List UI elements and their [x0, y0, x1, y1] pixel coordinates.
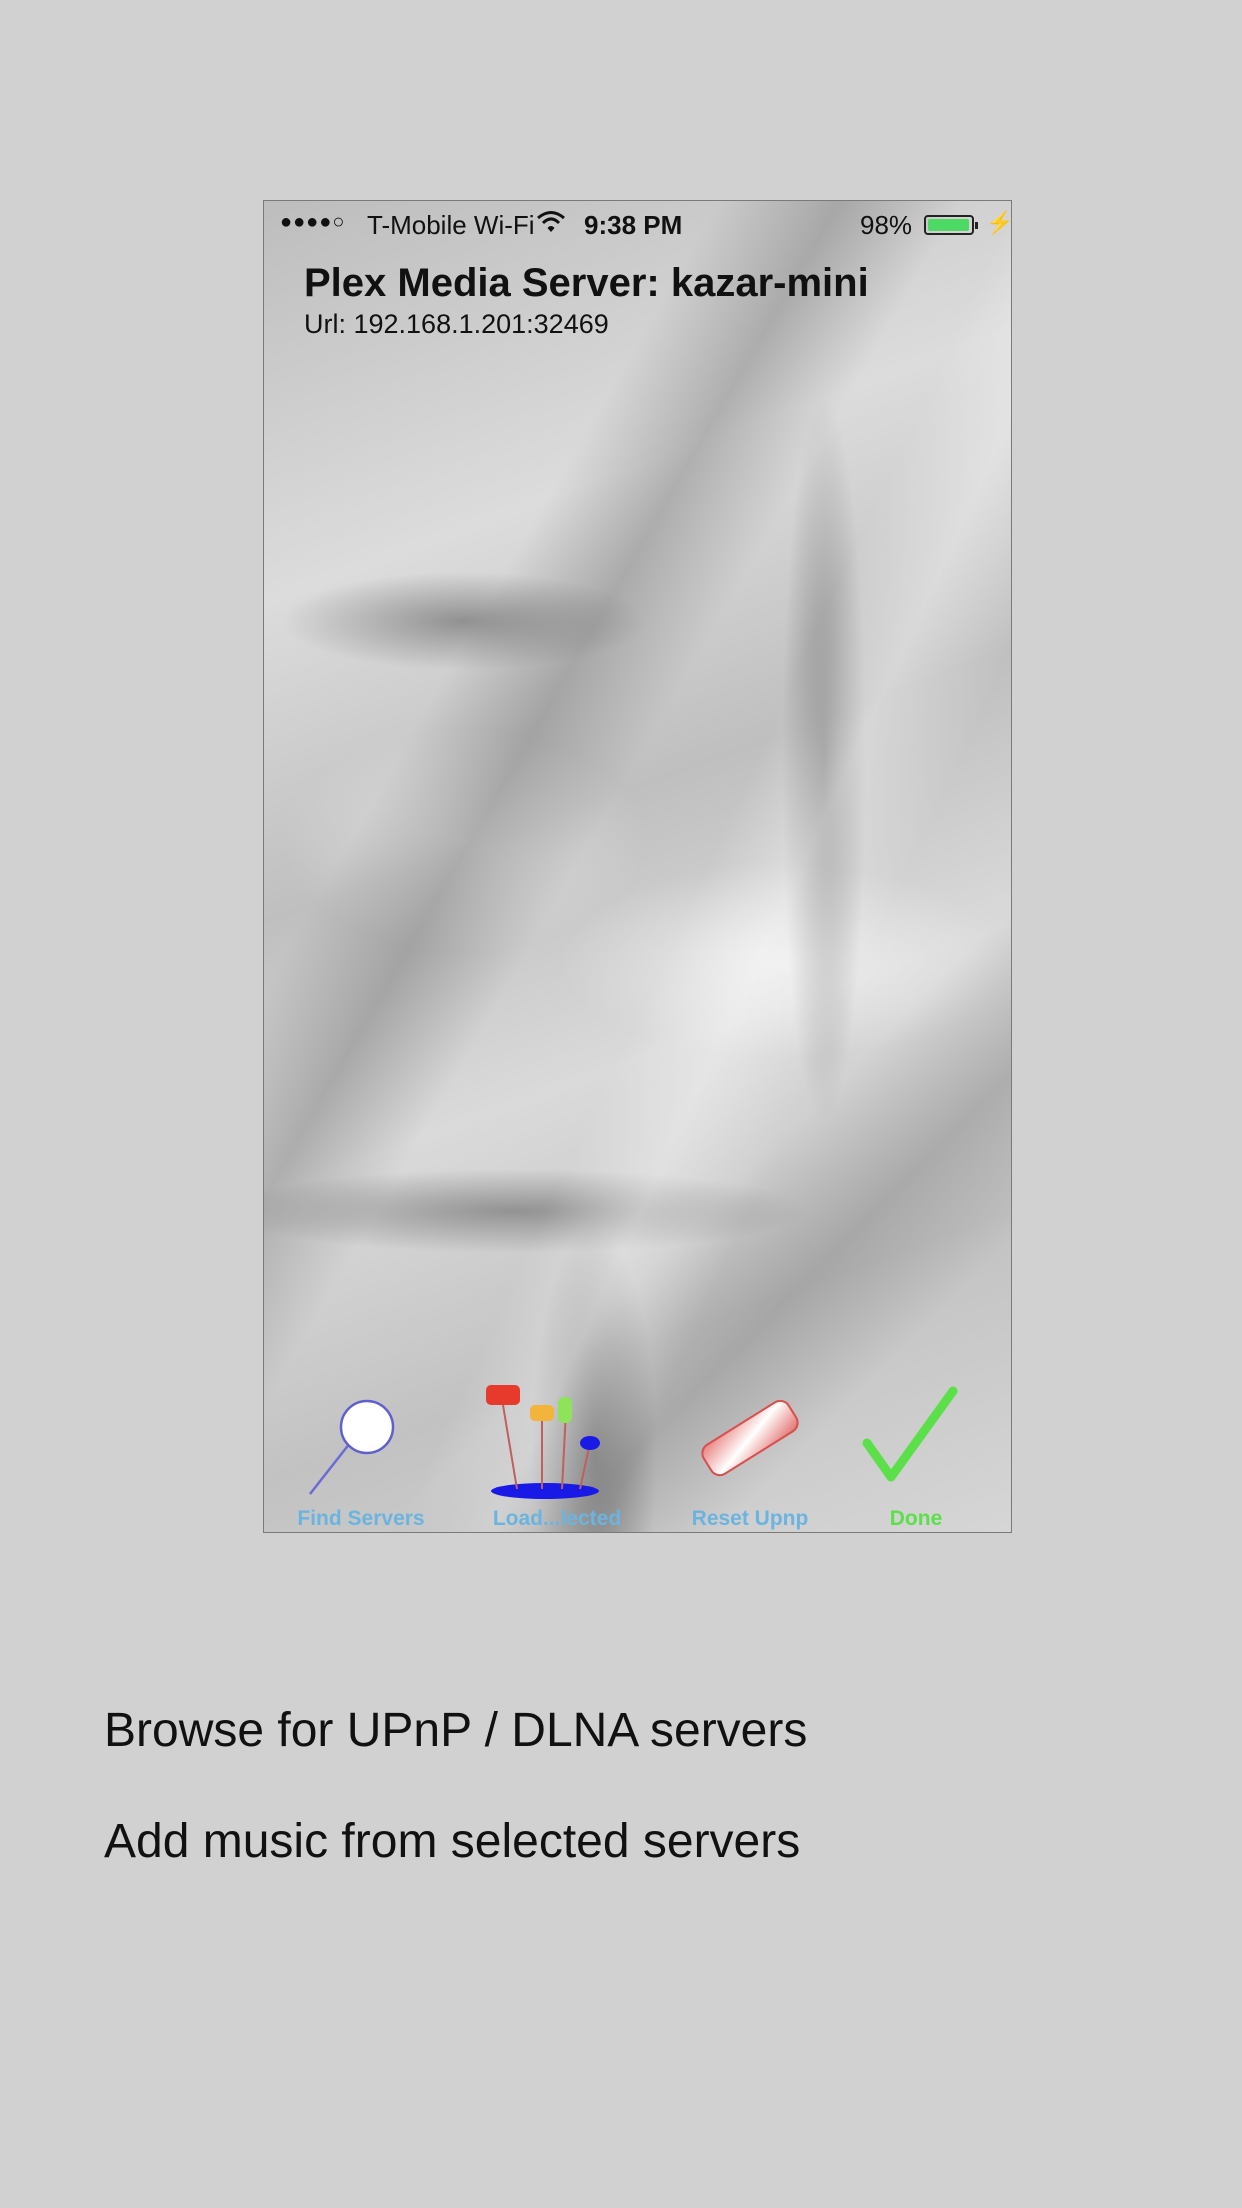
pins-icon [486, 1385, 600, 1499]
server-url: Url: 192.168.1.201:32469 [304, 309, 609, 339]
load-selected-button[interactable]: Load...lected [462, 1381, 652, 1532]
bottom-toolbar: Find Servers Load...lected Reset Upnp Do… [264, 1381, 1011, 1532]
phone-screenshot: ●●●●○ T-Mobile Wi-Fi 9:38 PM 98% ⚡ Plex … [263, 200, 1012, 1533]
find-servers-label: Find Servers [297, 1507, 425, 1530]
magnifier-icon [309, 1399, 395, 1495]
eraser-icon [701, 1399, 799, 1477]
page-title: Plex Media Server: kazar-mini [304, 261, 869, 305]
battery-icon [924, 215, 978, 235]
silk-background [264, 201, 1011, 1532]
signal-strength: ●●●●○ [280, 211, 346, 233]
carrier-name: T-Mobile Wi-Fi [367, 210, 535, 240]
caption-browse: Browse for UPnP / DLNA servers [104, 1704, 808, 1757]
reset-upnp-label: Reset Upnp [691, 1507, 809, 1530]
battery-fill [928, 219, 970, 231]
reset-upnp-button[interactable]: Reset Upnp [655, 1381, 845, 1532]
wifi-icon [536, 209, 566, 242]
charging-bolt-icon: ⚡ [986, 210, 1012, 235]
done-label: Done [889, 1507, 943, 1530]
status-bar: ●●●●○ T-Mobile Wi-Fi 9:38 PM 98% ⚡ [264, 201, 1011, 249]
caption-add-music: Add music from selected servers [104, 1815, 801, 1868]
load-selected-label: Load...lected [492, 1507, 622, 1530]
checkmark-icon [862, 1386, 958, 1482]
battery-percent: 98% [860, 210, 913, 240]
clock: 9:38 PM [584, 210, 683, 240]
done-button[interactable]: Done [821, 1381, 1011, 1532]
find-servers-button[interactable]: Find Servers [266, 1381, 456, 1532]
